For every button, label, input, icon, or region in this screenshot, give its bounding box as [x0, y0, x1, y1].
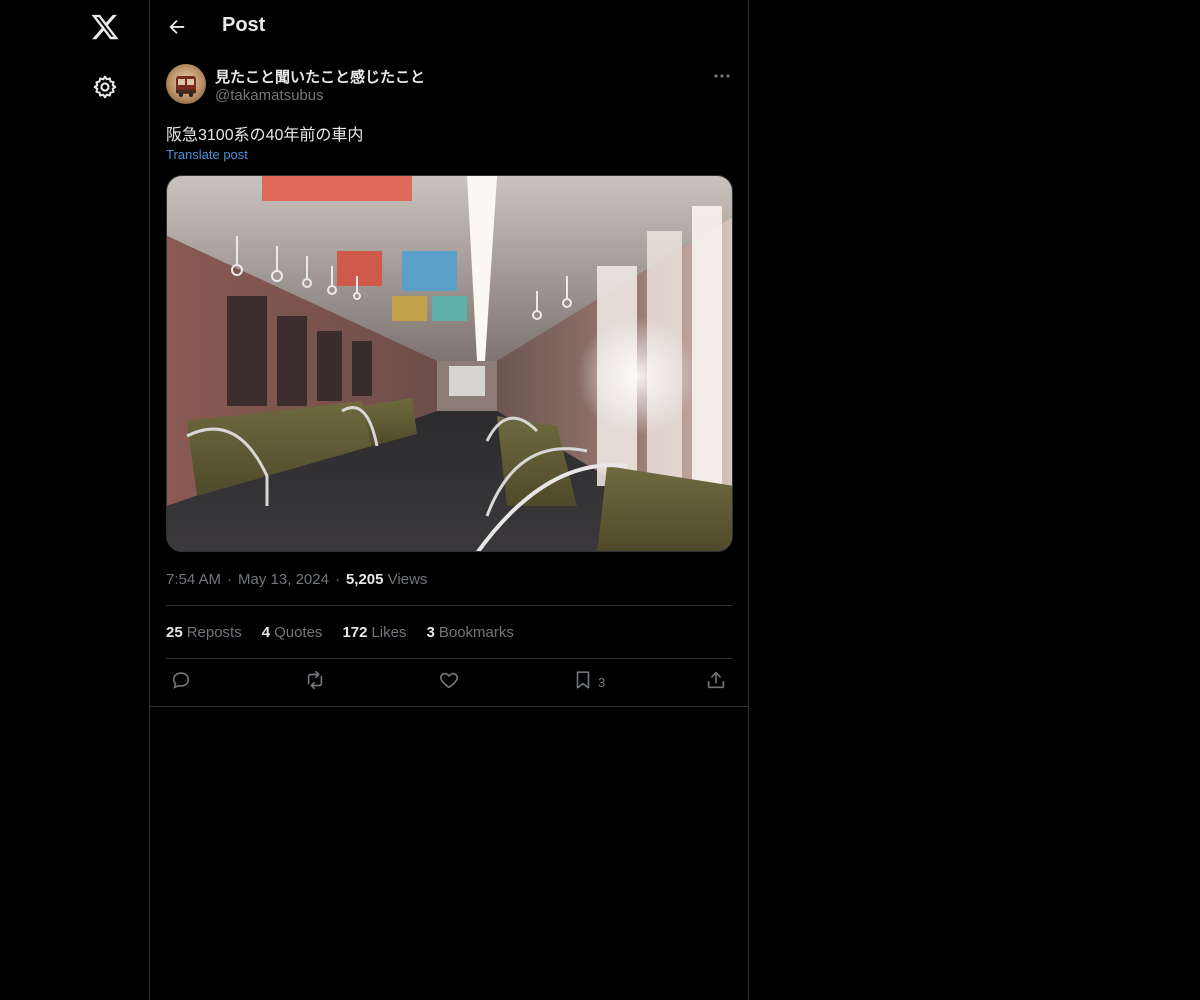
divider — [166, 658, 732, 659]
avatar[interactable] — [166, 64, 206, 104]
gear-icon[interactable] — [92, 74, 118, 100]
translate-post-link[interactable]: Translate post — [166, 147, 248, 162]
separator-dot: · — [334, 571, 340, 588]
reposts-label: Reposts — [186, 624, 242, 641]
post-time[interactable]: 7:54 AM — [166, 571, 221, 588]
author-handle[interactable]: @takamatsubus — [215, 87, 324, 104]
share-button[interactable] — [705, 668, 727, 696]
bookmarks-label: Bookmarks — [438, 624, 514, 641]
bookmark-icon — [572, 669, 594, 696]
author-display-name[interactable]: 見たこと聞いたこと感じたこと — [215, 66, 425, 87]
x-logo-icon[interactable] — [90, 12, 120, 42]
likes-count: 172 — [342, 624, 368, 641]
likes-stat[interactable]: 172 Likes — [342, 624, 406, 641]
views-count: 5,205 — [345, 571, 384, 588]
divider — [166, 605, 732, 606]
reply-button[interactable] — [170, 668, 192, 696]
page-title: Post — [222, 14, 266, 36]
quotes-count: 4 — [261, 624, 271, 641]
post-text: 阪急3100系の40年前の車内 — [166, 127, 364, 144]
likes-label: Likes — [371, 624, 407, 641]
heart-icon — [438, 669, 460, 696]
main-column: Post 見たこと聞いたこと感じたこと @takamatsubus 阪急3100… — [149, 0, 749, 1000]
views-label: Views — [387, 571, 428, 588]
reply-icon — [170, 669, 192, 696]
post-stats: 25 Reposts 4 Quotes 172 Likes 3 Bookmarks — [166, 624, 514, 641]
bookmarks-stat[interactable]: 3 Bookmarks — [427, 624, 514, 641]
repost-button[interactable] — [304, 668, 326, 696]
bookmark-button[interactable]: 3 — [572, 668, 605, 696]
page: Post 見たこと聞いたこと感じたこと @takamatsubus 阪急3100… — [0, 0, 1200, 1000]
separator-dot: · — [227, 571, 233, 588]
divider — [150, 706, 748, 707]
post-header: Post — [150, 0, 748, 53]
like-button[interactable] — [438, 668, 460, 696]
reposts-stat[interactable]: 25 Reposts — [166, 624, 242, 641]
bookmarks-count: 3 — [426, 624, 435, 641]
bookmark-count: 3 — [598, 674, 606, 690]
more-options-icon[interactable] — [712, 66, 732, 86]
quotes-label: Quotes — [274, 624, 323, 641]
post-image[interactable] — [166, 175, 733, 552]
post-actions: 3 — [166, 668, 732, 696]
repost-icon — [304, 669, 326, 696]
reposts-count: 25 — [166, 624, 183, 641]
post-meta: 7:54 AM · May 13, 2024 · 5,205 Views — [166, 571, 427, 588]
quotes-stat[interactable]: 4 Quotes — [262, 624, 323, 641]
back-arrow-icon[interactable] — [164, 14, 190, 40]
left-nav — [0, 0, 149, 1000]
post-date[interactable]: May 13, 2024 — [238, 571, 329, 588]
share-icon — [705, 669, 727, 696]
